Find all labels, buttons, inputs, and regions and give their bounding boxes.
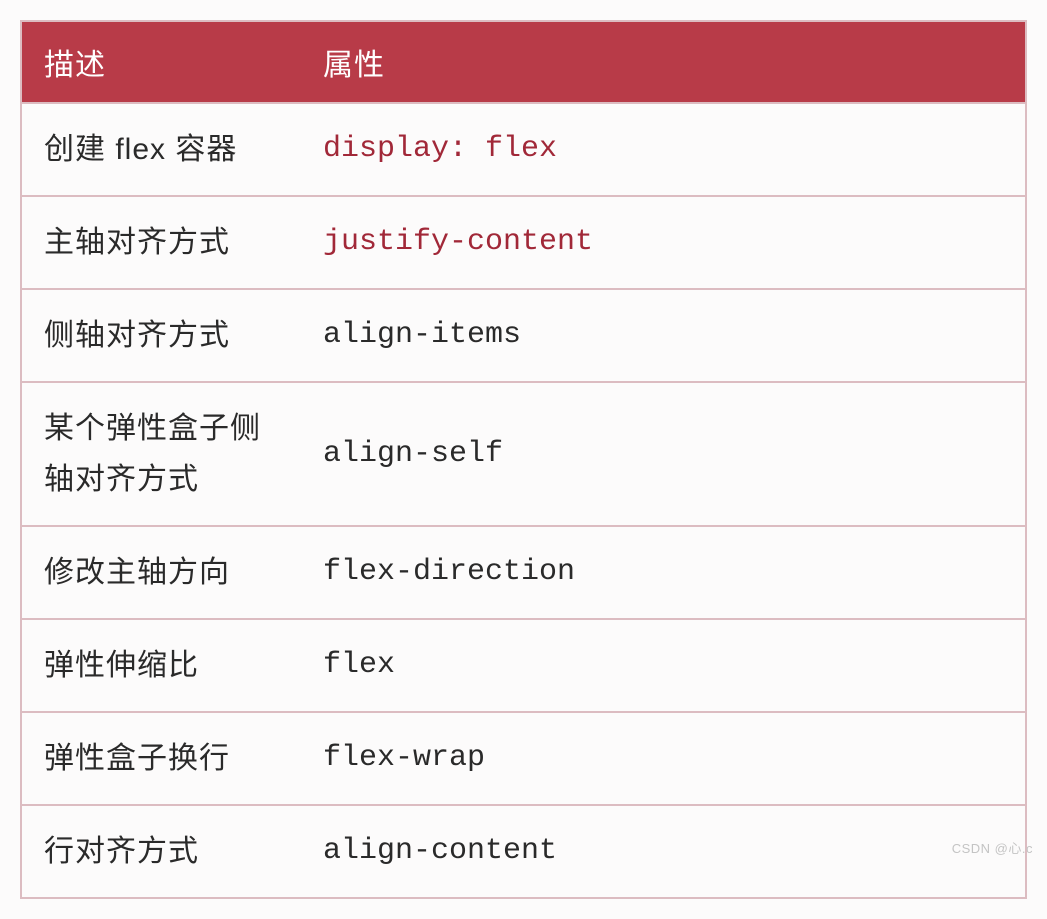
table-row: 创建 flex 容器 display: flex	[21, 103, 1026, 196]
header-desc: 描述	[21, 21, 301, 103]
cell-desc: 主轴对齐方式	[21, 196, 301, 289]
cell-prop: align-content	[301, 805, 1026, 898]
cell-desc: 某个弹性盒子侧轴对齐方式	[21, 382, 301, 526]
flex-properties-table: 描述 属性 创建 flex 容器 display: flex 主轴对齐方式 ju…	[20, 20, 1027, 899]
flex-properties-table-wrapper: 描述 属性 创建 flex 容器 display: flex 主轴对齐方式 ju…	[20, 20, 1027, 899]
cell-desc: 行对齐方式	[21, 805, 301, 898]
cell-desc: 弹性伸缩比	[21, 619, 301, 712]
header-prop: 属性	[301, 21, 1026, 103]
cell-desc: 弹性盒子换行	[21, 712, 301, 805]
cell-prop: flex-direction	[301, 526, 1026, 619]
table-row: 主轴对齐方式 justify-content	[21, 196, 1026, 289]
table-row: 某个弹性盒子侧轴对齐方式 align-self	[21, 382, 1026, 526]
table-row: 修改主轴方向 flex-direction	[21, 526, 1026, 619]
table-row: 弹性盒子换行 flex-wrap	[21, 712, 1026, 805]
table-row: 行对齐方式 align-content	[21, 805, 1026, 898]
table-header: 描述 属性	[21, 21, 1026, 103]
watermark: CSDN @心.c	[952, 838, 1033, 857]
table-body: 创建 flex 容器 display: flex 主轴对齐方式 justify-…	[21, 103, 1026, 898]
cell-desc: 创建 flex 容器	[21, 103, 301, 196]
table-row: 侧轴对齐方式 align-items	[21, 289, 1026, 382]
cell-desc: 侧轴对齐方式	[21, 289, 301, 382]
table-row: 弹性伸缩比 flex	[21, 619, 1026, 712]
cell-prop: flex	[301, 619, 1026, 712]
cell-prop: flex-wrap	[301, 712, 1026, 805]
cell-desc: 修改主轴方向	[21, 526, 301, 619]
cell-prop: justify-content	[301, 196, 1026, 289]
cell-prop: align-self	[301, 382, 1026, 526]
cell-prop: display: flex	[301, 103, 1026, 196]
cell-prop: align-items	[301, 289, 1026, 382]
